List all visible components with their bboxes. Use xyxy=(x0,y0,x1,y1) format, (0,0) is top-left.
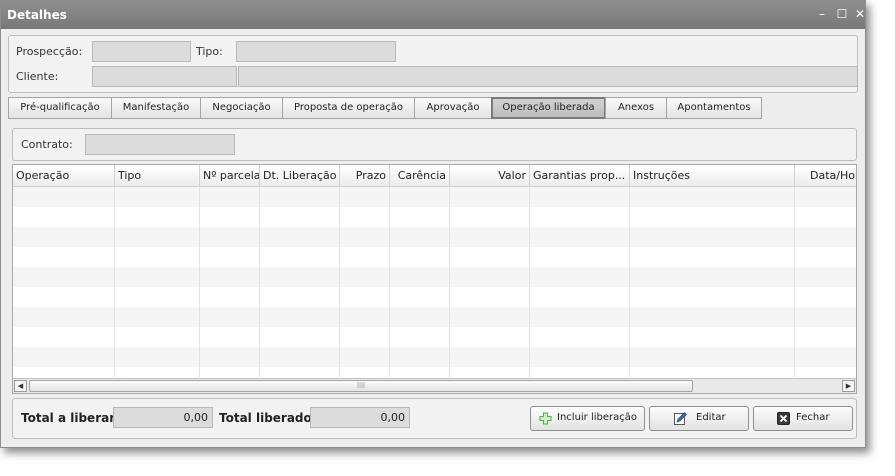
fechar-button[interactable]: Fechar xyxy=(753,406,853,431)
contrato-label: Contrato: xyxy=(21,138,73,151)
table-row[interactable] xyxy=(13,187,856,207)
scroll-right-icon[interactable]: ▶ xyxy=(842,380,855,392)
column-header-carencia[interactable]: Carência xyxy=(390,165,450,186)
column-divider xyxy=(114,187,115,377)
column-divider xyxy=(529,187,530,377)
maximize-icon[interactable]: ☐ xyxy=(835,7,849,21)
editar-button[interactable]: Editar xyxy=(649,406,749,431)
horizontal-scrollbar[interactable]: ◀ |||| ▶ xyxy=(13,378,856,393)
header-panel: Prospecção: Tipo: Cliente: xyxy=(8,35,858,93)
table-row[interactable] xyxy=(13,327,856,347)
tab-proposta-de-operacao[interactable]: Proposta de operação xyxy=(282,97,415,119)
scroll-thumb[interactable]: |||| xyxy=(29,380,693,392)
column-divider xyxy=(794,187,795,377)
table-row[interactable] xyxy=(13,247,856,267)
minimize-icon[interactable]: – xyxy=(815,7,829,21)
tab-negociacao[interactable]: Negociação xyxy=(200,97,283,119)
column-divider xyxy=(339,187,340,377)
prospeccao-field[interactable] xyxy=(92,41,191,62)
table-row[interactable] xyxy=(13,347,856,367)
tipo-field[interactable] xyxy=(236,41,396,62)
column-divider xyxy=(389,187,390,377)
cliente-code-field[interactable] xyxy=(92,66,237,87)
column-header-tipo[interactable]: Tipo xyxy=(115,165,200,186)
column-header-parcela[interactable]: Nº parcela xyxy=(200,165,260,186)
contrato-field[interactable] xyxy=(85,134,235,155)
table-row[interactable] xyxy=(13,227,856,247)
column-header-dt-liberacao[interactable]: Dt. Liberação xyxy=(260,165,340,186)
table-header: Operação Tipo Nº parcela Dt. Liberação P… xyxy=(13,165,856,187)
total-liberado-field: 0,00 xyxy=(310,407,410,428)
column-divider xyxy=(449,187,450,377)
column-header-garantias[interactable]: Garantias prop... xyxy=(530,165,630,186)
tab-operacao-liberada[interactable]: Operação liberada xyxy=(491,97,606,119)
incluir-liberacao-label: Incluir liberação xyxy=(557,412,638,423)
total-a-liberar-label: Total a liberar: xyxy=(21,411,120,425)
tipo-label: Tipo: xyxy=(196,45,223,58)
prospeccao-label: Prospecção: xyxy=(16,45,83,58)
column-divider xyxy=(259,187,260,377)
close-icon[interactable]: ✕ xyxy=(853,7,867,21)
window-title: Detalhes xyxy=(7,8,67,22)
column-header-valor[interactable]: Valor xyxy=(450,165,530,186)
fechar-label: Fechar xyxy=(796,412,830,423)
contrato-panel: Contrato: xyxy=(12,128,857,161)
editar-label: Editar xyxy=(696,412,726,423)
column-header-prazo[interactable]: Prazo xyxy=(340,165,390,186)
pencil-icon xyxy=(674,412,687,425)
column-header-data-hora[interactable]: Data/Ho xyxy=(795,165,856,186)
tab-manifestacao[interactable]: Manifestação xyxy=(111,97,201,119)
column-divider xyxy=(199,187,200,377)
title-bar[interactable]: Detalhes – ☐ ✕ xyxy=(1,1,865,29)
scroll-left-icon[interactable]: ◀ xyxy=(14,380,27,392)
cliente-label: Cliente: xyxy=(16,70,59,83)
table-row[interactable] xyxy=(13,287,856,307)
total-a-liberar-field: 0,00 xyxy=(113,407,213,428)
table-row[interactable] xyxy=(13,207,856,227)
total-liberado-label: Total liberado: xyxy=(219,411,317,425)
close-x-icon xyxy=(777,412,790,425)
details-window: Detalhes – ☐ ✕ Prospecção: Tipo: Cliente… xyxy=(0,0,866,448)
tab-apontamentos[interactable]: Apontamentos xyxy=(666,97,762,119)
cliente-name-field[interactable] xyxy=(238,66,858,87)
table-row[interactable] xyxy=(13,307,856,327)
column-header-instrucoes[interactable]: Instruções xyxy=(630,165,795,186)
plus-icon xyxy=(539,412,552,425)
column-header-operacao[interactable]: Operação xyxy=(13,165,115,186)
incluir-liberacao-button[interactable]: Incluir liberação xyxy=(530,406,645,431)
column-divider xyxy=(629,187,630,377)
liberacoes-table[interactable]: Operação Tipo Nº parcela Dt. Liberação P… xyxy=(12,164,857,394)
tab-anexos[interactable]: Anexos xyxy=(605,97,667,119)
tab-aprovacao[interactable]: Aprovação xyxy=(414,97,492,119)
tab-pre-qualificacao[interactable]: Pré-qualificação xyxy=(8,97,112,119)
table-row[interactable] xyxy=(13,267,856,287)
